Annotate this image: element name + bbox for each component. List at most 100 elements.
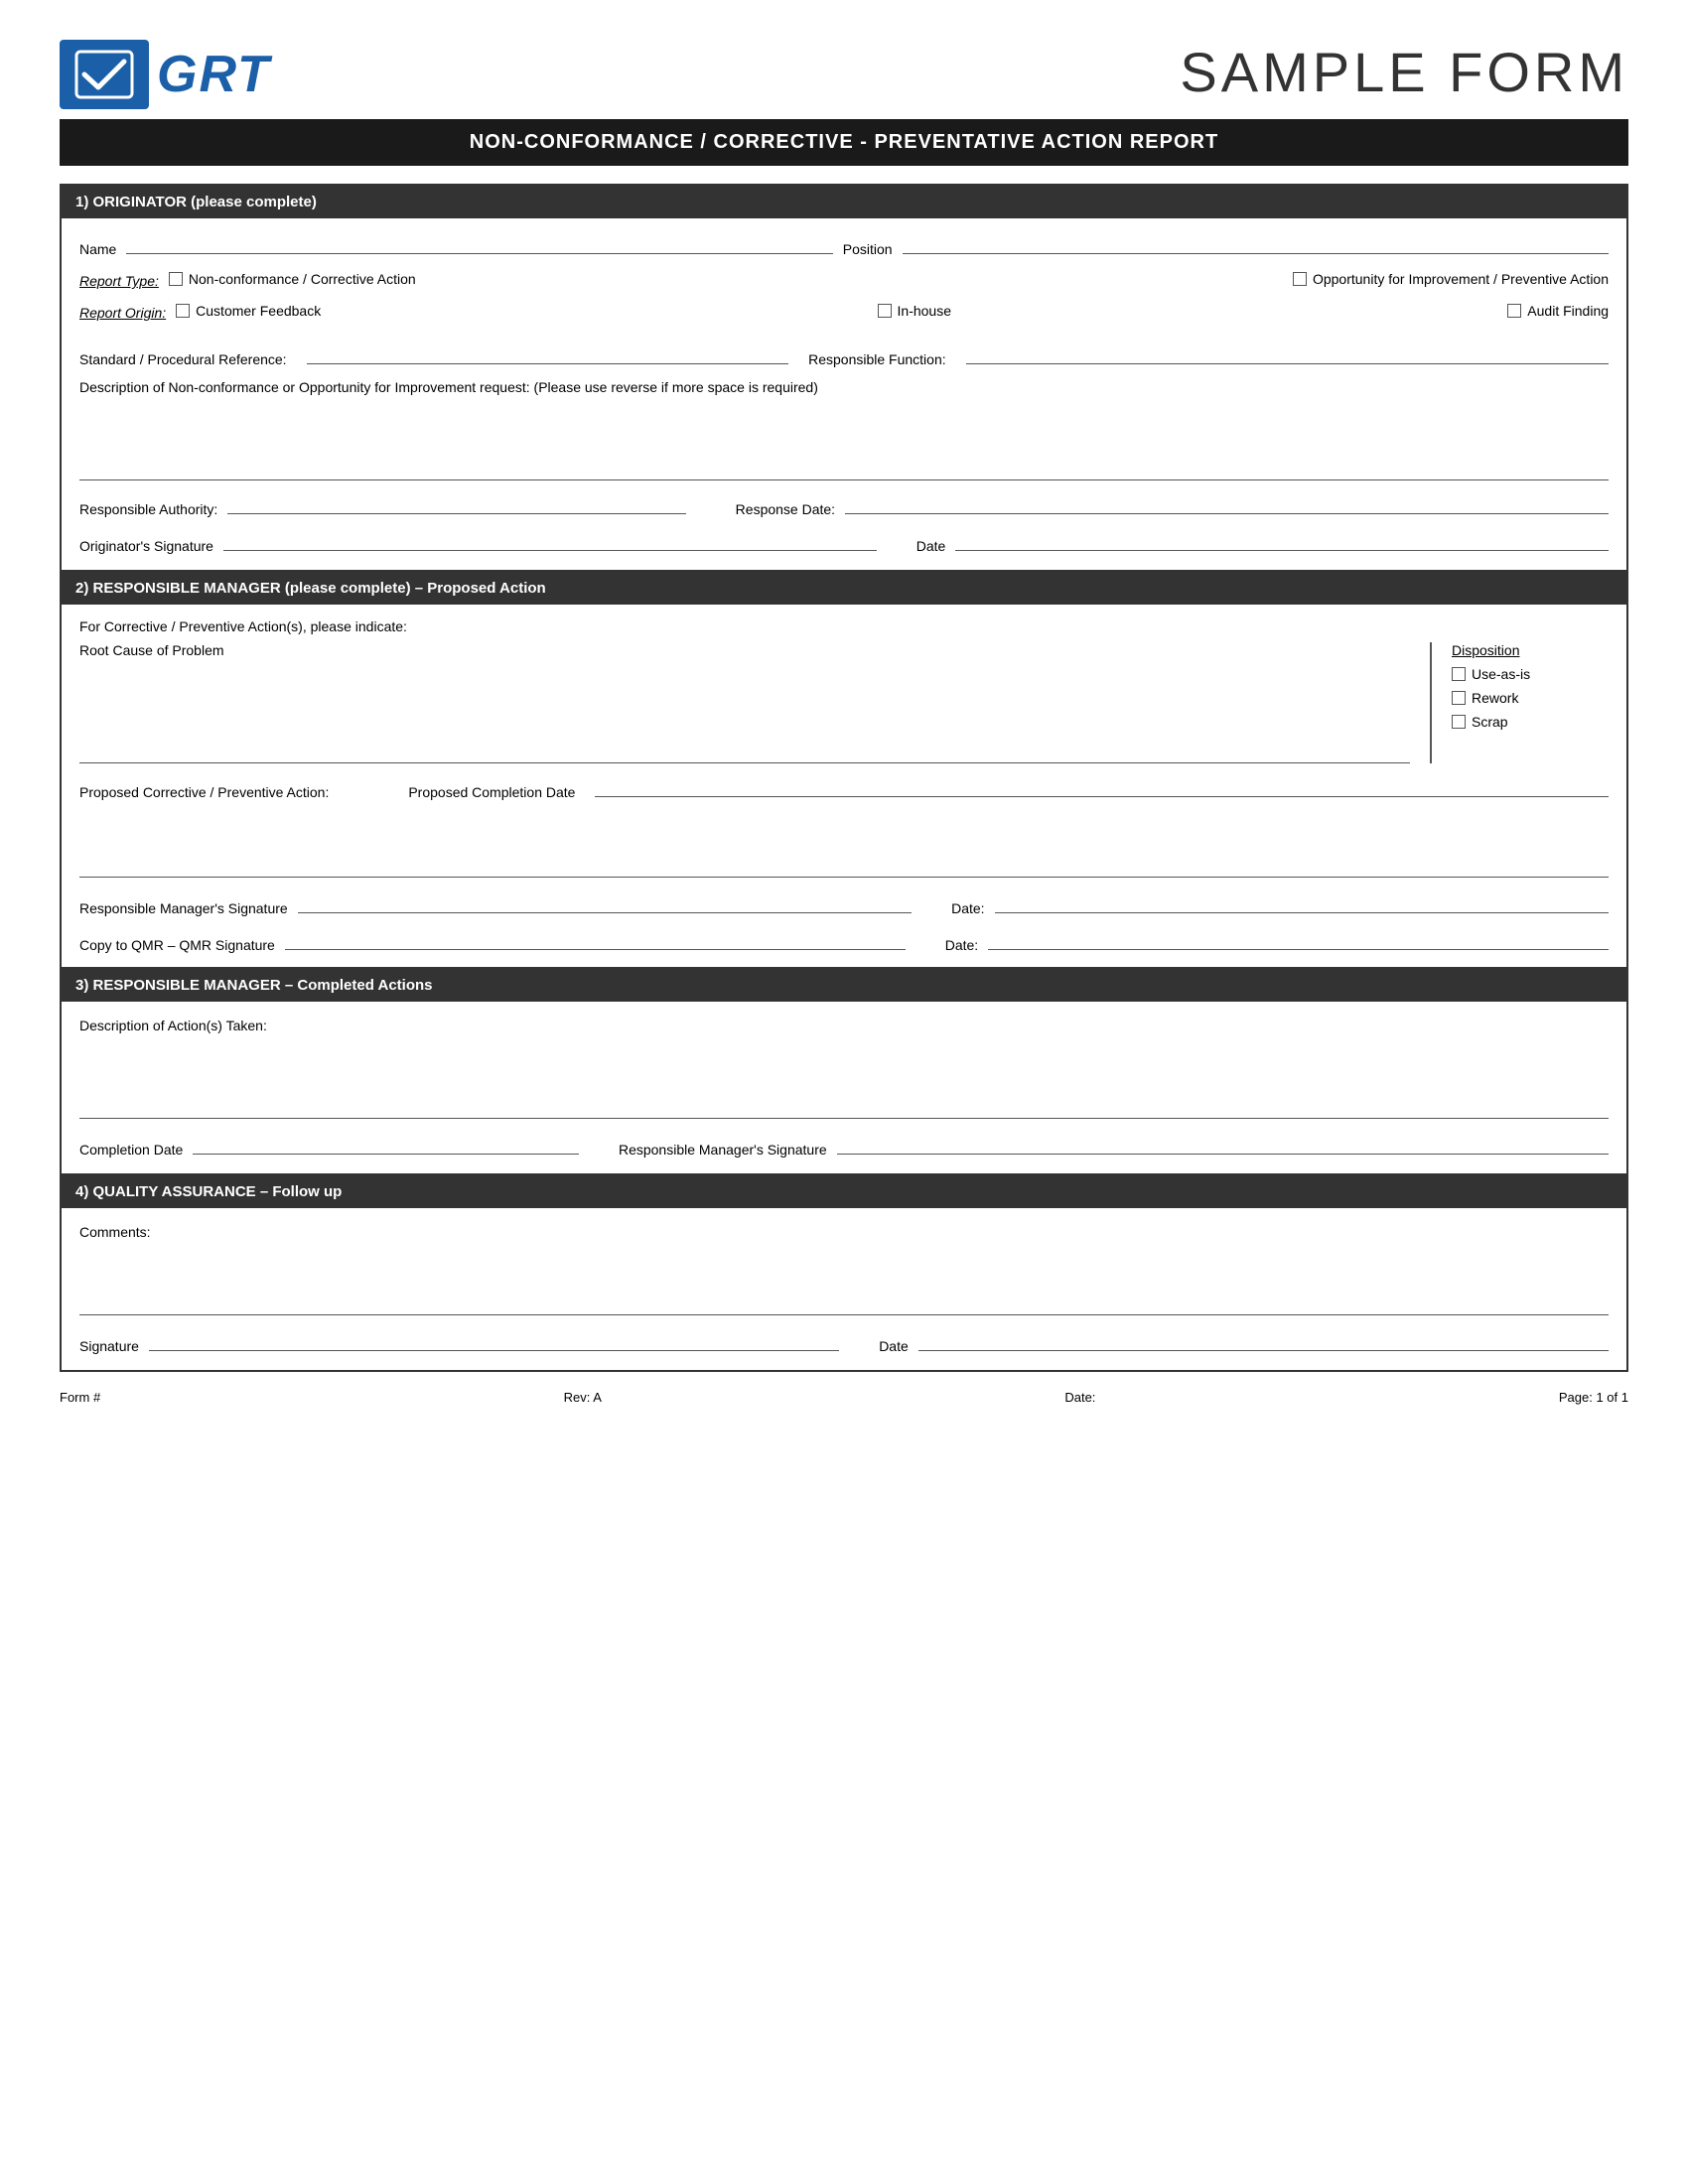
section-originator: 1) ORIGINATOR (please complete) Name Pos… — [60, 184, 1628, 572]
disposition-use-as-is[interactable]: Use-as-is — [1452, 666, 1609, 682]
checkbox-customer[interactable] — [176, 304, 190, 318]
description-field[interactable] — [79, 401, 1609, 480]
root-cause-field[interactable] — [79, 664, 1410, 763]
qa-sig-field[interactable] — [149, 1331, 839, 1351]
footer-date: Date: — [1064, 1390, 1095, 1405]
proposed-action-row: Proposed Corrective / Preventive Action:… — [79, 777, 1609, 800]
actions-field[interactable] — [79, 1039, 1609, 1119]
page-header: GRT SAMPLE FORM — [60, 40, 1628, 109]
checkbox-ofi[interactable] — [1293, 272, 1307, 286]
response-date-field[interactable] — [845, 494, 1609, 514]
section2-body: For Corrective / Preventive Action(s), p… — [62, 605, 1626, 967]
main-title-bar: NON-CONFORMANCE / CORRECTIVE - PREVENTAT… — [60, 119, 1628, 166]
actions-label: Description of Action(s) Taken: — [79, 1018, 1609, 1033]
checkbox-rework[interactable] — [1452, 691, 1466, 705]
proposed-completion-label: Proposed Completion Date — [408, 784, 575, 800]
section4-header: 4) QUALITY ASSURANCE – Follow up — [62, 1175, 1626, 1208]
report-origin-row: Report Origin: Customer Feedback In-hous… — [79, 303, 1609, 321]
logo-area: GRT — [60, 40, 271, 109]
standard-ref-label: Standard / Procedural Reference: — [79, 351, 287, 367]
name-field[interactable] — [126, 234, 832, 254]
root-cause-left: Root Cause of Problem — [79, 642, 1430, 763]
manager-sig-label: Responsible Manager's Signature — [79, 900, 288, 916]
root-cause-label: Root Cause of Problem — [79, 642, 1410, 658]
checkbox-use-as-is[interactable] — [1452, 667, 1466, 681]
qa-date-label: Date — [879, 1338, 909, 1354]
name-position-row: Name Position — [79, 234, 1609, 257]
responsible-function-label: Responsible Function: — [808, 351, 946, 367]
checkbox-nc[interactable] — [169, 272, 183, 286]
qmr-date-label: Date: — [945, 937, 978, 953]
report-origin-label: Report Origin: — [79, 305, 166, 321]
section1-body: Name Position Report Type: Non-conforman… — [62, 218, 1626, 570]
response-date-label: Response Date: — [736, 501, 835, 517]
manager-sig-field[interactable] — [298, 893, 912, 913]
logo-text: GRT — [157, 45, 271, 104]
checkbox-scrap[interactable] — [1452, 715, 1466, 729]
resp-authority-label: Responsible Authority: — [79, 501, 217, 517]
report-origin-option1[interactable]: Customer Feedback — [176, 303, 321, 319]
completed-manager-sig-label: Responsible Manager's Signature — [619, 1142, 827, 1158]
completed-manager-sig-field[interactable] — [837, 1135, 1609, 1155]
logo-box — [60, 40, 149, 109]
completion-date-label: Completion Date — [79, 1142, 183, 1158]
disposition-rework[interactable]: Rework — [1452, 690, 1609, 706]
manager-date-field[interactable] — [995, 893, 1609, 913]
root-cause-row: Root Cause of Problem Disposition Use-as… — [79, 642, 1609, 763]
page-number: Page: 1 of 1 — [1559, 1390, 1628, 1405]
revision: Rev: A — [564, 1390, 602, 1405]
section3-body: Description of Action(s) Taken: Completi… — [62, 1002, 1626, 1173]
report-type-option2[interactable]: Opportunity for Improvement / Preventive… — [1293, 271, 1609, 287]
qa-sig-label: Signature — [79, 1338, 139, 1354]
section4-body: Comments: Signature Date — [62, 1208, 1626, 1370]
disposition-title: Disposition — [1452, 642, 1609, 658]
originator-sig-row: Originator's Signature Date — [79, 531, 1609, 554]
description-block: Description of Non-conformance or Opport… — [79, 379, 1609, 480]
position-field[interactable] — [903, 234, 1609, 254]
disposition-scrap[interactable]: Scrap — [1452, 714, 1609, 730]
standard-ref-row: Standard / Procedural Reference: Respons… — [79, 344, 1609, 367]
completion-date-field[interactable] — [193, 1135, 579, 1155]
qmr-label: Copy to QMR – QMR Signature — [79, 937, 275, 953]
position-label: Position — [843, 241, 893, 257]
main-title-text: NON-CONFORMANCE / CORRECTIVE - PREVENTAT… — [470, 131, 1218, 153]
qa-date-field[interactable] — [918, 1331, 1609, 1351]
manager-sig-row: Responsible Manager's Signature Date: — [79, 893, 1609, 916]
comments-label: Comments: — [79, 1224, 1609, 1240]
section2-header: 2) RESPONSIBLE MANAGER (please complete)… — [62, 572, 1626, 605]
proposed-action-field[interactable] — [79, 808, 1609, 878]
qmr-sig-field[interactable] — [285, 930, 906, 950]
logo-icon — [74, 50, 134, 99]
qa-sig-row: Signature Date — [79, 1331, 1609, 1354]
page-footer: Form # Rev: A Date: Page: 1 of 1 — [60, 1372, 1628, 1405]
sample-form-title: SAMPLE FORM — [1180, 40, 1628, 104]
root-cause-right: Disposition Use-as-is Rework Scrap — [1430, 642, 1609, 763]
authority-date-row: Responsible Authority: Response Date: — [79, 494, 1609, 517]
section-qa: 4) QUALITY ASSURANCE – Follow up Comment… — [60, 1175, 1628, 1372]
orig-date-field[interactable] — [955, 531, 1609, 551]
checkbox-audit[interactable] — [1507, 304, 1521, 318]
standard-ref-field[interactable] — [307, 344, 789, 364]
comments-field[interactable] — [79, 1246, 1609, 1315]
name-label: Name — [79, 241, 116, 257]
qmr-sig-row: Copy to QMR – QMR Signature Date: — [79, 930, 1609, 953]
proposed-action-label: Proposed Corrective / Preventive Action: — [79, 784, 329, 800]
section1-header: 1) ORIGINATOR (please complete) — [62, 186, 1626, 218]
description-label: Description of Non-conformance or Opport… — [79, 379, 1609, 395]
proposed-completion-field[interactable] — [595, 777, 1609, 797]
responsible-function-field[interactable] — [966, 344, 1609, 364]
report-origin-option3[interactable]: Audit Finding — [1507, 303, 1609, 319]
section-completed-actions: 3) RESPONSIBLE MANAGER – Completed Actio… — [60, 969, 1628, 1175]
resp-authority-field[interactable] — [227, 494, 685, 514]
qmr-date-field[interactable] — [988, 930, 1609, 950]
orig-sig-field[interactable] — [223, 531, 877, 551]
orig-date-label: Date — [916, 538, 946, 554]
report-type-option1[interactable]: Non-conformance / Corrective Action — [169, 271, 416, 287]
section-manager: 2) RESPONSIBLE MANAGER (please complete)… — [60, 572, 1628, 969]
corrective-instructions: For Corrective / Preventive Action(s), p… — [79, 618, 1609, 634]
report-type-label: Report Type: — [79, 273, 159, 289]
checkbox-inhouse[interactable] — [878, 304, 892, 318]
section3-header: 3) RESPONSIBLE MANAGER – Completed Actio… — [62, 969, 1626, 1002]
report-origin-option2[interactable]: In-house — [878, 303, 951, 319]
completion-row: Completion Date Responsible Manager's Si… — [79, 1135, 1609, 1158]
